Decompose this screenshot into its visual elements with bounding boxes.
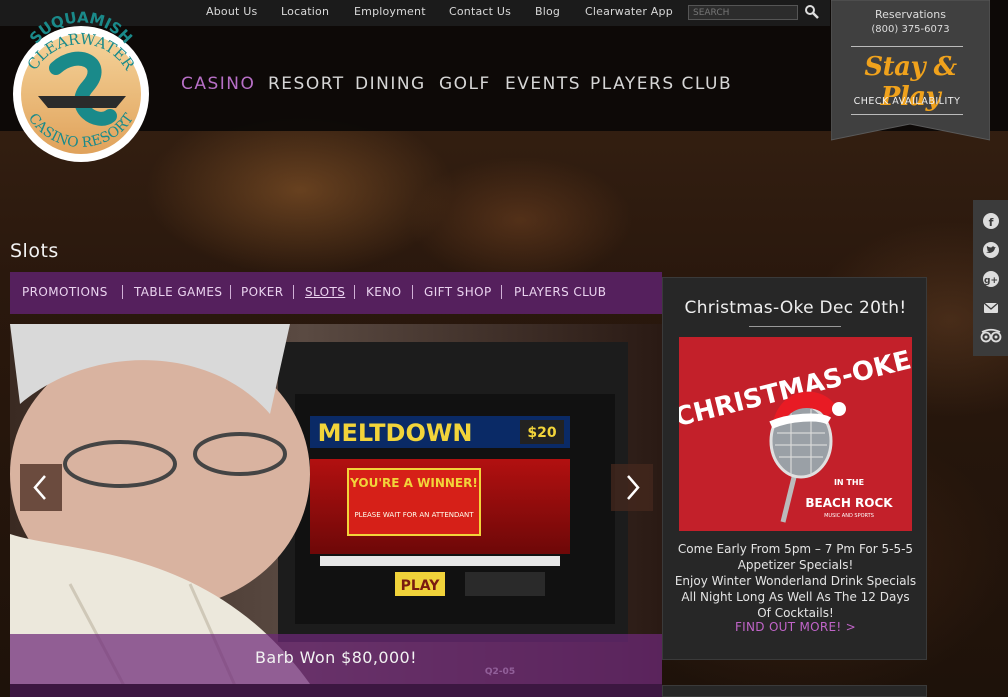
util-link-app[interactable]: Clearwater App [585,5,673,18]
util-link-about[interactable]: About Us [206,5,257,18]
promo-image-sub1: IN THE [834,478,864,487]
promo-description: Come Early From 5pm – 7 Pm For 5-5-5 App… [673,541,918,621]
promo-line-2: Enjoy Winter Wonderland Drink Specials A… [674,574,917,620]
promo-card: Christmas-Oke Dec 20th! CHRISTMAS-OKE IN… [662,277,927,660]
separator [293,285,294,299]
sub-nav-keno[interactable]: KENO [366,285,401,299]
promo-image-sub3: MUSIC AND SPORTS [824,513,874,519]
machine-title: MELTDOWN [318,419,473,447]
search-icon[interactable] [804,4,820,20]
main-nav-events[interactable]: EVENTS [505,74,581,94]
search-input[interactable] [688,5,798,20]
casino-logo[interactable]: SUQUAMISH CLEARWATER CASINO RESORT [8,8,154,168]
promo-line-1: Come Early From 5pm – 7 Pm For 5-5-5 App… [677,542,914,572]
machine-message: YOU'RE A WINNER! [349,476,478,490]
main-nav-dining[interactable]: DINING [355,74,426,94]
facebook-icon[interactable]: f [982,212,1000,230]
twitter-icon[interactable] [982,241,1000,259]
separator [412,285,413,299]
sub-nav-table-games[interactable]: TABLE GAMES [134,285,222,299]
main-nav-players-club[interactable]: PLAYERS CLUB [590,74,732,94]
separator [501,285,502,299]
promo-card-2 [662,685,927,697]
sub-nav: PROMOTIONS TABLE GAMES POKER SLOTS KENO … [10,272,662,314]
tripadvisor-icon[interactable] [980,327,1002,345]
divider [851,114,963,115]
check-availability-button[interactable]: CHECK AVAILABILITY [831,96,983,107]
google-plus-icon[interactable]: g+ [982,270,1000,288]
divider [851,46,963,47]
reservations-title: Reservations [875,8,946,21]
sub-nav-players-club[interactable]: PLAYERS CLUB [514,285,606,299]
svg-text:f: f [989,216,994,229]
slider-caption: Barb Won $80,000! [255,648,417,667]
chevron-left-icon [33,475,46,500]
main-nav-resort[interactable]: RESORT [268,74,345,94]
separator [354,285,355,299]
machine-denomination: $20 [527,425,556,441]
reservations-phone[interactable]: (800) 375-6073 [831,24,990,35]
promo-title: Christmas-Oke Dec 20th! [684,298,907,318]
reservations-panel: Reservations (800) 375-6073 Stay & Play … [831,0,990,143]
util-link-employment[interactable]: Employment [354,5,426,18]
slider-footer [10,684,662,697]
social-bar: f g+ [973,200,1008,356]
separator [230,285,231,299]
machine-play-button: PLAY [401,578,441,594]
main-nav-casino[interactable]: CASINO [181,74,255,94]
photo-slider: MELTDOWN $20 YOU'RE A WINNER! PLEASE WAI… [10,324,662,697]
divider [749,326,841,327]
christmas-oke-image[interactable]: CHRISTMAS-OKE IN THE BEACH ROCK MUSIC AN… [679,337,912,531]
util-link-contact[interactable]: Contact Us [449,5,511,18]
promo-image-sub2: BEACH ROCK [805,496,893,510]
machine-attendant: PLEASE WAIT FOR AN ATTENDANT [354,511,474,519]
sub-nav-slots[interactable]: SLOTS [305,285,345,299]
email-icon[interactable] [982,299,1000,317]
slider-prev-button[interactable] [20,464,62,511]
separator [122,285,123,299]
util-link-blog[interactable]: Blog [535,5,560,18]
sub-nav-gift-shop[interactable]: GIFT SHOP [424,285,492,299]
slider-caption-bar: Barb Won $80,000! [10,634,662,684]
sub-nav-poker[interactable]: POKER [241,285,283,299]
slider-next-button[interactable] [611,464,653,511]
svg-text:g+: g+ [984,276,998,286]
chevron-right-icon [627,475,640,500]
page-title: Slots [10,240,59,262]
find-out-more-link[interactable]: FIND OUT MORE! > [663,620,928,634]
sub-nav-promotions[interactable]: PROMOTIONS [22,285,108,299]
util-link-location[interactable]: Location [281,5,329,18]
main-nav-golf[interactable]: GOLF [439,74,491,94]
